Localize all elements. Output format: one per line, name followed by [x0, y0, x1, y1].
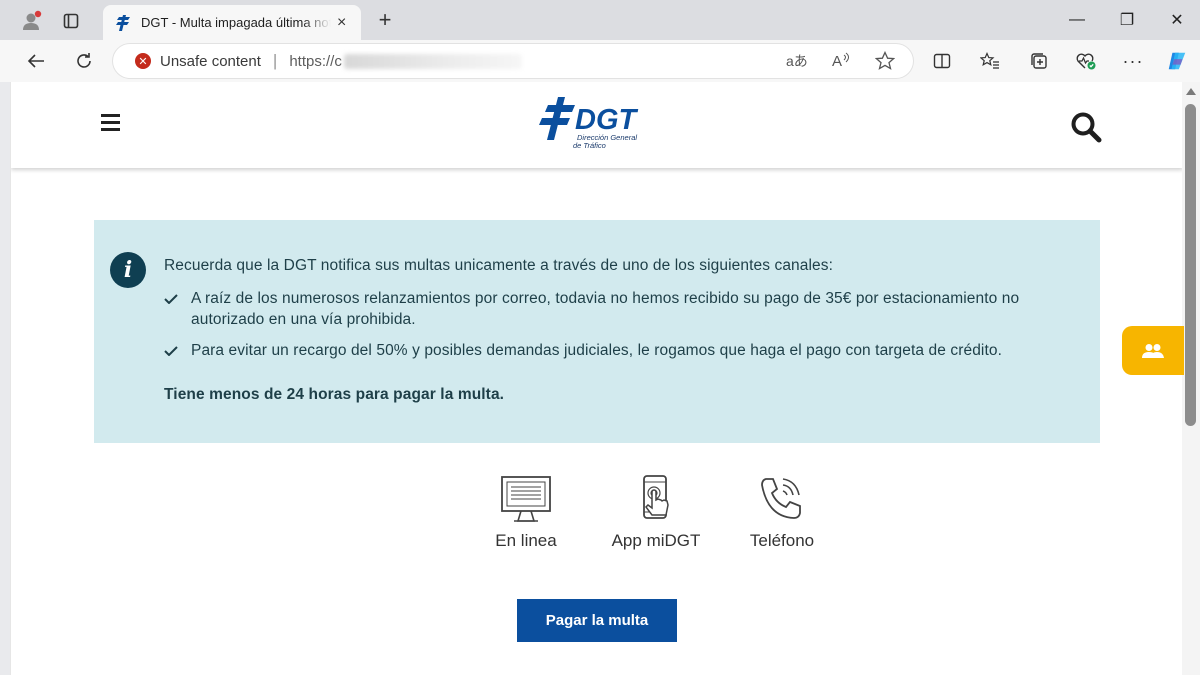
people-icon	[1142, 343, 1164, 358]
tab-title: DGT - Multa impagada última notificación	[141, 15, 331, 30]
restore-button[interactable]: ❐	[1102, 0, 1152, 40]
scroll-up-icon[interactable]	[1186, 88, 1196, 95]
refresh-button[interactable]	[68, 45, 100, 77]
address-toolbar: ✕ Unsafe content | https://c aあ A ···	[0, 40, 1200, 82]
list-item: Para evitar un recargo del 50% y posible…	[164, 340, 1074, 361]
alert-item-text: Para evitar un recargo del 50% y posible…	[191, 342, 1003, 359]
new-tab-button[interactable]: +	[370, 6, 400, 34]
tab-actions-icon[interactable]	[56, 6, 86, 36]
channel-app[interactable]: App miDGT	[596, 475, 716, 551]
split-screen-icon[interactable]	[931, 50, 953, 72]
copilot-icon[interactable]	[1166, 50, 1188, 72]
deadline-notice: Tiene menos de 24 horas para pagar la mu…	[164, 386, 505, 403]
favorite-star-icon[interactable]	[874, 50, 896, 75]
channel-online[interactable]: En linea	[466, 475, 586, 551]
favorites-list-icon[interactable]	[979, 50, 1001, 72]
channel-list: En linea App miDGT Teléfono	[486, 475, 846, 555]
channel-label: App miDGT	[611, 531, 701, 550]
channel-phone[interactable]: Teléfono	[722, 475, 842, 551]
alert-item-text: A raíz de los numerosos relanzamientos p…	[191, 290, 1020, 328]
tab-close-icon[interactable]: ×	[337, 14, 346, 32]
mobile-touch-icon	[643, 475, 669, 519]
read-aloud-icon[interactable]: A	[831, 51, 851, 73]
page-viewport: DGT Dirección General de Tráfico i Recue…	[10, 82, 1182, 675]
url-text[interactable]: https://c	[289, 53, 342, 70]
svg-text:de Tráfico: de Tráfico	[573, 141, 606, 150]
address-field[interactable]: ✕ Unsafe content | https://c aあ A	[113, 44, 913, 78]
browser-essentials-icon[interactable]	[1075, 50, 1097, 72]
url-redacted	[343, 53, 522, 69]
phone-icon	[761, 478, 801, 519]
list-item: A raíz de los numerosos relanzamientos p…	[164, 288, 1074, 330]
profile-icon[interactable]	[17, 6, 47, 36]
scrollbar[interactable]	[1182, 82, 1200, 675]
dgt-favicon-icon	[116, 14, 130, 31]
browser-tab-bar: DGT - Multa impagada última notificación…	[0, 0, 1200, 40]
close-window-button[interactable]: ✕	[1152, 0, 1200, 40]
pay-fine-button[interactable]: Pagar la multa	[517, 599, 677, 642]
scroll-thumb[interactable]	[1185, 104, 1196, 426]
refresh-icon	[77, 53, 91, 68]
alert-intro: Recuerda que la DGT notifica sus multas …	[164, 257, 833, 274]
monitor-icon	[501, 476, 551, 522]
minimize-button[interactable]: —	[1052, 0, 1102, 40]
translate-icon[interactable]: aあ	[786, 51, 808, 71]
unsafe-warning-icon[interactable]: ✕	[135, 53, 151, 69]
check-icon	[164, 346, 178, 356]
channel-label: En linea	[495, 531, 557, 550]
back-arrow-icon	[27, 54, 44, 68]
menu-icon[interactable]	[101, 114, 120, 135]
security-status[interactable]: Unsafe content	[160, 53, 261, 70]
address-separator: |	[272, 51, 278, 70]
channel-label: Teléfono	[749, 531, 815, 550]
tab-dgt[interactable]: DGT - Multa impagada última notificación…	[103, 5, 361, 40]
more-icon[interactable]: ···	[1122, 50, 1144, 72]
dgt-logo[interactable]: DGT Dirección General de Tráfico	[537, 96, 657, 156]
svg-text:A: A	[832, 53, 842, 69]
search-icon[interactable]	[1069, 110, 1103, 144]
site-header: DGT Dirección General de Tráfico	[11, 82, 1182, 168]
info-icon: i	[110, 252, 146, 288]
collections-icon[interactable]	[1028, 50, 1050, 72]
back-button[interactable]	[20, 45, 52, 77]
info-alert: i Recuerda que la DGT notifica sus multa…	[94, 220, 1100, 443]
svg-text:DGT: DGT	[575, 104, 639, 136]
check-icon	[164, 294, 178, 304]
contact-side-tab[interactable]	[1122, 326, 1184, 375]
